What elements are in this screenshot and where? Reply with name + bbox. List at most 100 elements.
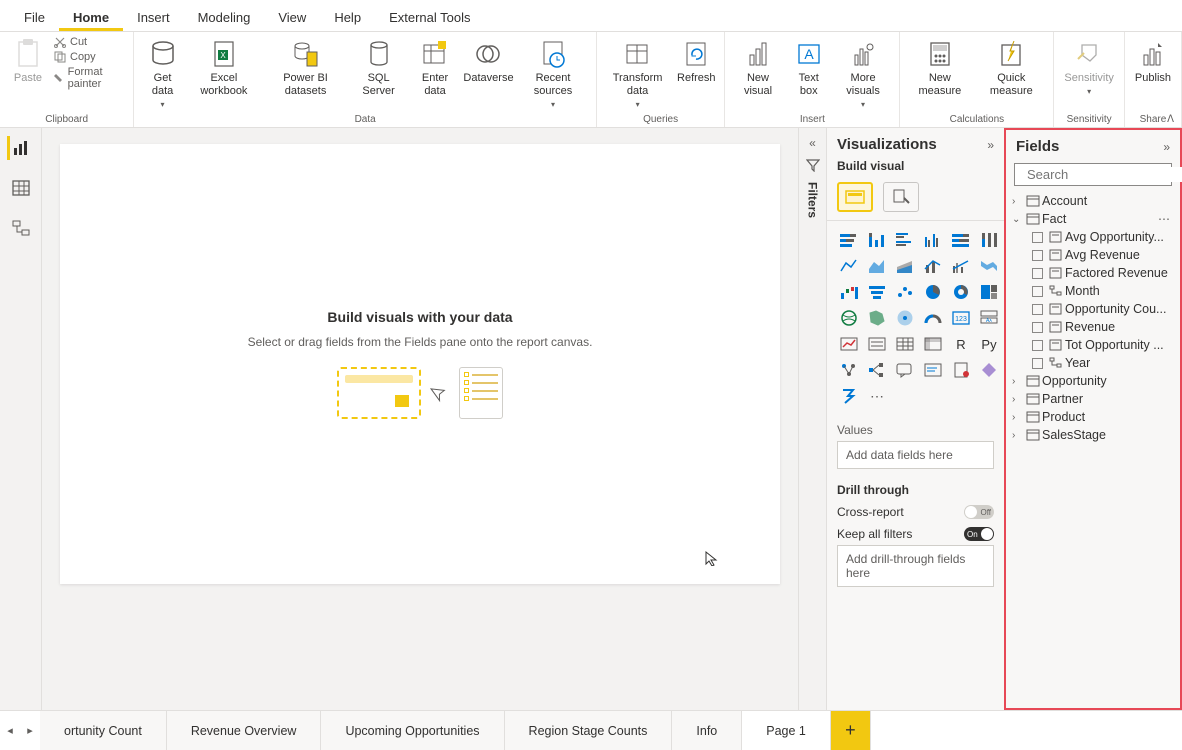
viz-waterfall[interactable] xyxy=(837,281,861,303)
menu-home[interactable]: Home xyxy=(59,4,123,31)
checkbox[interactable] xyxy=(1032,322,1043,333)
expand-filters-button[interactable]: « xyxy=(809,136,816,150)
viz-filled-map[interactable] xyxy=(865,307,889,329)
tab-revenue-overview[interactable]: Revenue Overview xyxy=(167,711,322,750)
format-painter-button[interactable]: Format painter xyxy=(54,66,125,90)
enter-data-button[interactable]: Enter data xyxy=(411,36,459,100)
excel-workbook-button[interactable]: XExcel workbook xyxy=(189,36,259,100)
viz-slicer[interactable] xyxy=(865,333,889,355)
report-canvas[interactable]: Build visuals with your data Select or d… xyxy=(60,144,780,584)
checkbox[interactable] xyxy=(1032,268,1043,279)
dataverse-button[interactable]: Dataverse xyxy=(465,36,512,87)
viz-card[interactable]: 123 xyxy=(949,307,973,329)
cut-button[interactable]: Cut xyxy=(54,36,125,48)
fields-search[interactable] xyxy=(1014,163,1172,186)
menu-help[interactable]: Help xyxy=(320,4,375,31)
tab-upcoming-opportunities[interactable]: Upcoming Opportunities xyxy=(321,711,504,750)
table-partner[interactable]: ›Partner xyxy=(1010,390,1176,408)
viz-treemap[interactable] xyxy=(977,281,1001,303)
viz-100-stacked-bar[interactable] xyxy=(949,229,973,251)
new-visual-button[interactable]: New visual xyxy=(733,36,782,100)
viz-ribbon[interactable] xyxy=(977,255,1001,277)
viz-qna[interactable] xyxy=(893,359,917,381)
viz-power-apps[interactable] xyxy=(977,359,1001,381)
viz-multi-row-card[interactable]: Aᴀ xyxy=(977,307,1001,329)
tab-scroll-left[interactable]: ◂ xyxy=(0,724,20,737)
menu-view[interactable]: View xyxy=(264,4,320,31)
table-product[interactable]: ›Product xyxy=(1010,408,1176,426)
powerbi-datasets-button[interactable]: Power BI datasets xyxy=(265,36,346,100)
viz-pie[interactable] xyxy=(921,281,945,303)
viz-python[interactable]: Py xyxy=(977,333,1001,355)
viz-key-influencers[interactable] xyxy=(837,359,861,381)
build-visual-tab[interactable] xyxy=(837,182,873,212)
copy-button[interactable]: Copy xyxy=(54,51,125,63)
viz-stacked-bar[interactable] xyxy=(837,229,861,251)
field-factored-revenue[interactable]: Factored Revenue xyxy=(1010,264,1176,282)
checkbox[interactable] xyxy=(1032,304,1043,315)
field-tot-opportunity[interactable]: Tot Opportunity ... xyxy=(1010,336,1176,354)
tab-info[interactable]: Info xyxy=(672,711,742,750)
transform-data-button[interactable]: Transform data▾ xyxy=(605,36,670,111)
keep-filters-toggle[interactable] xyxy=(964,527,994,541)
viz-area[interactable] xyxy=(865,255,889,277)
viz-r[interactable]: R xyxy=(949,333,973,355)
tab-page-1[interactable]: Page 1 xyxy=(742,711,831,750)
menu-external-tools[interactable]: External Tools xyxy=(375,4,484,31)
field-avg-opportunity[interactable]: Avg Opportunity... xyxy=(1010,228,1176,246)
more-visuals-button[interactable]: More visuals▾ xyxy=(835,36,892,111)
publish-button[interactable]: Publish xyxy=(1133,36,1173,87)
menu-modeling[interactable]: Modeling xyxy=(184,4,265,31)
field-month[interactable]: Month xyxy=(1010,282,1176,300)
collapse-viz-button[interactable]: » xyxy=(987,138,994,152)
viz-paginated[interactable] xyxy=(949,359,973,381)
table-account[interactable]: ›Account xyxy=(1010,192,1176,210)
checkbox[interactable] xyxy=(1032,358,1043,369)
checkbox[interactable] xyxy=(1032,232,1043,243)
tab-scroll-right[interactable]: ▸ xyxy=(20,724,40,737)
tab-region-stage-counts[interactable]: Region Stage Counts xyxy=(505,711,673,750)
menu-insert[interactable]: Insert xyxy=(123,4,184,31)
collapse-ribbon-button[interactable]: ᐱ xyxy=(1167,114,1174,125)
field-revenue[interactable]: Revenue xyxy=(1010,318,1176,336)
report-view-button[interactable] xyxy=(7,136,31,160)
cross-report-toggle[interactable] xyxy=(964,505,994,519)
recent-sources-button[interactable]: Recent sources▾ xyxy=(518,36,588,111)
viz-100-stacked-column[interactable] xyxy=(977,229,1001,251)
sensitivity-button[interactable]: Sensitivity▾ xyxy=(1062,36,1116,98)
new-measure-button[interactable]: New measure xyxy=(908,36,971,100)
field-opportunity-count[interactable]: Opportunity Cou... xyxy=(1010,300,1176,318)
checkbox[interactable] xyxy=(1032,250,1043,261)
viz-kpi[interactable] xyxy=(837,333,861,355)
collapse-fields-button[interactable]: » xyxy=(1163,140,1170,154)
viz-line-stacked-column[interactable] xyxy=(921,255,945,277)
viz-gauge[interactable] xyxy=(921,307,945,329)
menu-file[interactable]: File xyxy=(10,4,59,31)
viz-stacked-column[interactable] xyxy=(865,229,889,251)
viz-clustered-bar[interactable] xyxy=(893,229,917,251)
viz-table[interactable] xyxy=(893,333,917,355)
field-year[interactable]: Year xyxy=(1010,354,1176,372)
table-fact[interactable]: ⌄Fact⋯ xyxy=(1010,210,1176,228)
quick-measure-button[interactable]: Quick measure xyxy=(977,36,1045,100)
values-drop-area[interactable]: Add data fields here xyxy=(837,441,994,469)
viz-stacked-area[interactable] xyxy=(893,255,917,277)
table-menu-button[interactable]: ⋯ xyxy=(1158,212,1174,226)
viz-get-more[interactable]: ⋯ xyxy=(865,385,889,407)
viz-power-automate[interactable] xyxy=(837,385,861,407)
viz-smart-narrative[interactable] xyxy=(921,359,945,381)
viz-clustered-column[interactable] xyxy=(921,229,945,251)
checkbox[interactable] xyxy=(1032,286,1043,297)
text-box-button[interactable]: AText box xyxy=(789,36,829,100)
viz-line[interactable] xyxy=(837,255,861,277)
add-page-button[interactable]: + xyxy=(831,711,871,750)
tab-opportunity-count[interactable]: ortunity Count xyxy=(40,711,167,750)
viz-funnel[interactable] xyxy=(865,281,889,303)
format-visual-tab[interactable] xyxy=(883,182,919,212)
drill-through-drop-area[interactable]: Add drill-through fields here xyxy=(837,545,994,587)
viz-line-clustered-column[interactable] xyxy=(949,255,973,277)
viz-decomposition[interactable] xyxy=(865,359,889,381)
data-view-button[interactable] xyxy=(9,176,33,200)
model-view-button[interactable] xyxy=(9,216,33,240)
table-opportunity[interactable]: ›Opportunity xyxy=(1010,372,1176,390)
